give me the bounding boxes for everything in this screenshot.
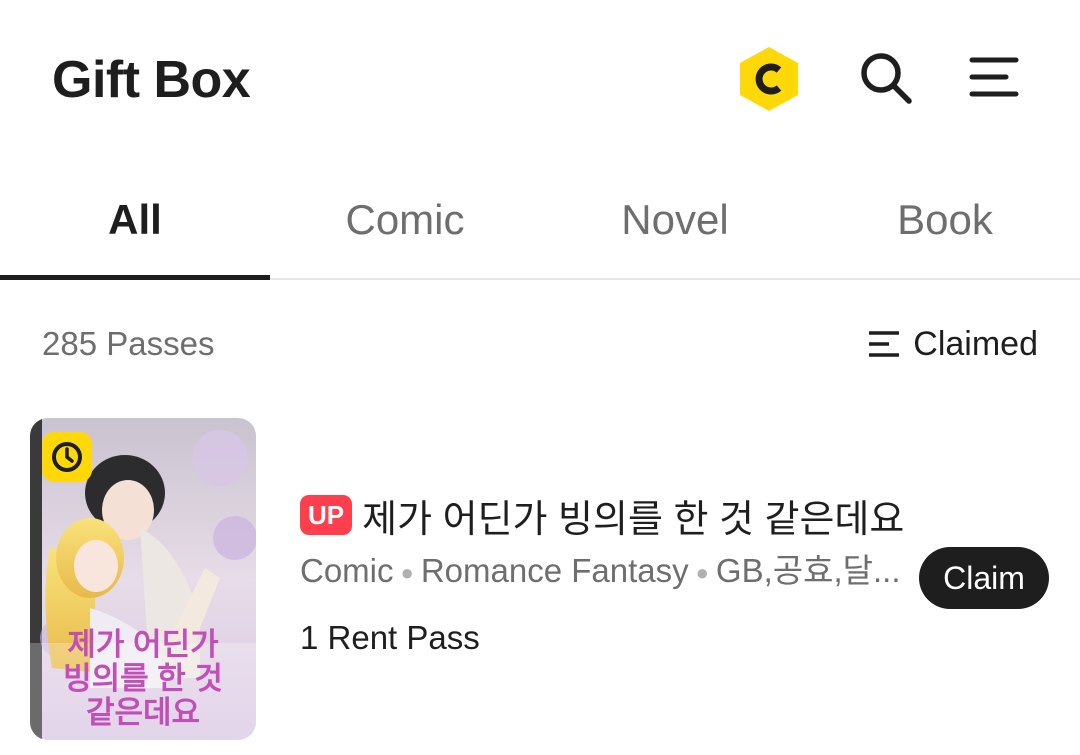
list-item[interactable]: 제가 어딘가 빙의를 한 것 같은데요 UP 제가 어딘가 빙의를 한 것 같은…: [0, 410, 1080, 755]
sort-label: Claimed: [913, 324, 1038, 363]
app-header: Gift Box: [0, 0, 1080, 160]
separator-dot: ●: [400, 560, 414, 586]
up-badge: UP: [300, 495, 353, 535]
search-icon[interactable]: [858, 50, 914, 106]
item-info[interactable]: UP 제가 어딘가 빙의를 한 것 같은데요 Comic ● Romance Fan…: [300, 490, 904, 658]
menu-icon[interactable]: [968, 52, 1022, 102]
item-genre: Romance Fantasy: [420, 552, 689, 589]
pass-count: 285 Passes: [42, 325, 215, 362]
item-tags: GB,공효,달...: [715, 552, 900, 589]
item-type: Comic: [300, 552, 394, 589]
coin-icon[interactable]: [737, 45, 801, 113]
tab-novel[interactable]: Novel: [540, 170, 810, 278]
page-title: Gift Box: [52, 51, 251, 109]
cover-image[interactable]: 제가 어딘가 빙의를 한 것 같은데요: [30, 418, 256, 740]
category-tabs: All Comic Novel Book: [0, 170, 1080, 280]
cover-title: 제가 어딘가 빙의를 한 것 같은데요: [63, 627, 223, 730]
item-meta: Comic ● Romance Fantasy ● GB,공효,달...: [300, 548, 900, 594]
tab-comic[interactable]: Comic: [270, 170, 540, 278]
clock-icon: [42, 432, 92, 482]
separator-dot: ●: [695, 560, 709, 586]
sort-button[interactable]: Claimed: [867, 320, 1038, 368]
tab-book[interactable]: Book: [810, 170, 1080, 278]
item-title[interactable]: 제가 어딘가 빙의를 한 것 같은데요: [362, 488, 904, 543]
tab-all[interactable]: All: [0, 170, 270, 280]
sort-icon: [869, 331, 900, 357]
list-toolbar: 285 Passes Claimed: [0, 300, 1080, 390]
claim-button[interactable]: Claim: [919, 547, 1049, 609]
item-pass: 1 Rent Pass: [300, 619, 480, 656]
